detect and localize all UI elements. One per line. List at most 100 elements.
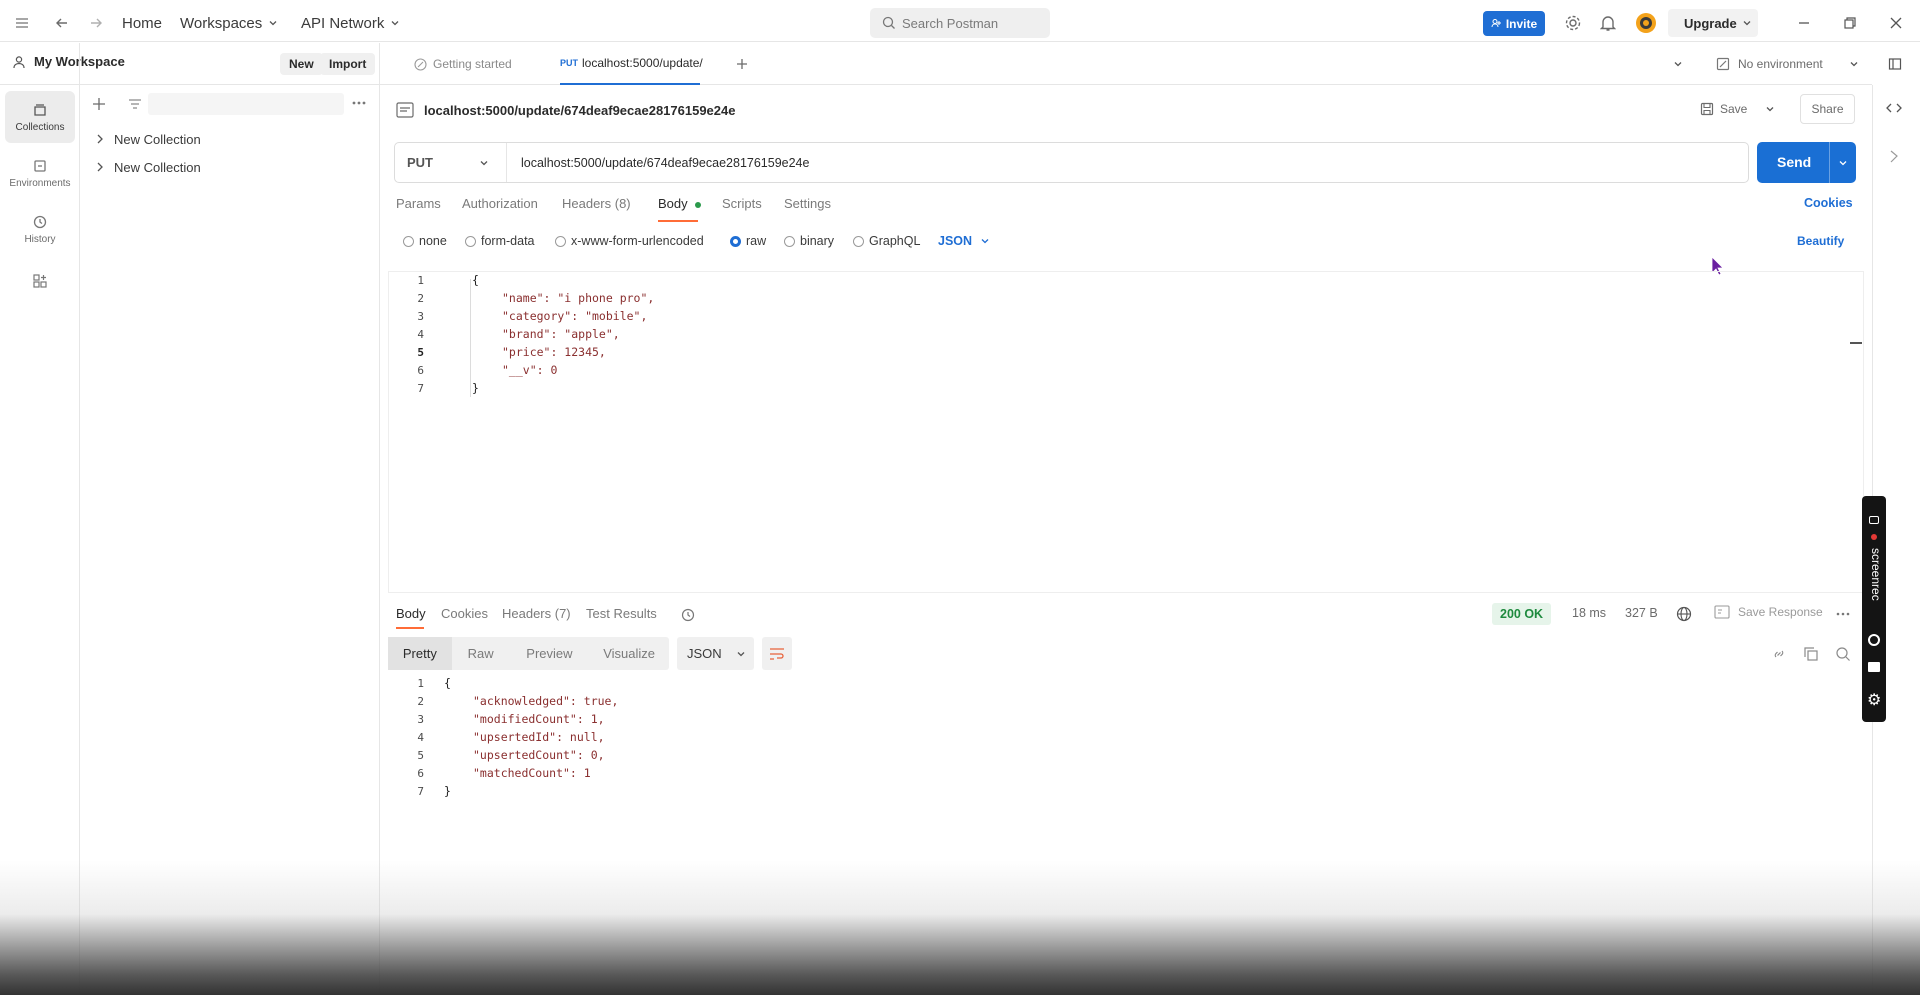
tab-authorization[interactable]: Authorization [462,196,538,218]
radio-binary[interactable]: binary [784,233,834,249]
tab-active-request[interactable]: PUT localhost:5000/update/ [560,43,703,85]
view-pretty[interactable]: Pretty [388,637,452,670]
tab-settings[interactable]: Settings [784,196,831,218]
gear-icon[interactable]: ⚙ [1867,693,1881,709]
avatar[interactable] [1634,4,1658,42]
tab-active-label: localhost:5000/update/ [582,56,703,70]
collection-item[interactable]: New Collection [96,128,201,150]
search-placeholder: Search Postman [902,15,999,31]
tab-getting-started[interactable]: Getting started [414,43,512,85]
collection-search-input[interactable] [148,93,344,115]
response-tab-headers[interactable]: Headers (7) [502,606,571,624]
url-input[interactable]: localhost:5000/update/674deaf9ecae281761… [521,143,809,182]
radio-raw-label: raw [746,234,767,248]
back-arrow-icon[interactable] [54,4,70,42]
view-raw[interactable]: Raw [452,646,510,661]
notification-bell-icon[interactable] [1600,4,1616,42]
record-dot-icon[interactable] [1871,534,1877,540]
rail-collections[interactable]: Collections [5,91,75,143]
nav-api-network[interactable]: API Network [301,4,400,42]
rail-add-apps[interactable] [5,261,75,301]
response-format-select[interactable]: JSON [677,637,754,670]
search-input[interactable]: Search Postman [870,8,1050,38]
body-format-select[interactable]: JSON [938,233,990,249]
chevron-down-icon [480,161,488,166]
body-format-label: JSON [938,234,973,248]
webcam-icon[interactable] [1868,634,1880,646]
send-label: Send [1777,154,1812,170]
add-collection-icon[interactable] [92,97,106,111]
link-icon[interactable] [1771,646,1787,662]
chevron-down-icon [391,21,399,26]
method-select[interactable]: PUT [395,143,507,182]
beautify-button[interactable]: Beautify [1797,233,1844,249]
radio-raw[interactable]: raw [730,233,766,249]
collection-item[interactable]: New Collection [96,156,201,178]
share-button[interactable]: Share [1800,94,1855,124]
save-label: Save [1720,102,1748,116]
request-tabs-bar: Getting started PUT localhost:5000/updat… [380,43,1902,85]
copy-icon[interactable] [1803,646,1819,662]
response-tab-cookies[interactable]: Cookies [441,606,488,624]
radio-form-data[interactable]: form-data [465,233,535,249]
history-icon[interactable] [680,607,696,623]
rail-environments[interactable]: Environments [5,147,75,199]
camera-icon[interactable] [1869,516,1879,524]
response-size[interactable]: 327 B [1625,606,1658,620]
view-visualize[interactable]: Visualize [589,646,669,661]
collections-icon [34,103,46,116]
nav-home[interactable]: Home [122,4,162,42]
rail-history[interactable]: History [5,203,75,255]
radio-graphql[interactable]: GraphQL [853,233,920,249]
response-active-underline [396,627,424,629]
chevron-right-icon [97,134,103,144]
tab-scripts[interactable]: Scripts [722,196,762,218]
more-options-icon[interactable] [1836,612,1850,616]
save-response-button[interactable]: Save Response [1714,605,1823,619]
tab-params[interactable]: Params [396,196,441,218]
view-preview[interactable]: Preview [510,646,590,661]
save-icon [1700,102,1714,116]
env-quicklook-icon[interactable] [1888,43,1902,85]
more-options-icon[interactable] [352,101,366,105]
nav-workspaces[interactable]: Workspaces [180,4,278,42]
globe-icon[interactable] [1676,606,1692,622]
response-tab-body[interactable]: Body [396,606,426,624]
response-time[interactable]: 18 ms [1572,606,1606,620]
rocket-icon [414,57,427,71]
upgrade-button[interactable]: Upgrade [1668,9,1758,37]
tab-headers[interactable]: Headers (8) [562,196,631,218]
save-button[interactable]: Save [1700,94,1782,124]
tab-method: PUT [560,58,578,68]
http-request-icon [396,102,414,118]
environments-icon [34,159,46,172]
search-icon [882,16,895,29]
radio-urlencoded[interactable]: x-www-form-urlencoded [555,233,704,249]
forward-arrow-icon[interactable] [88,4,104,42]
invite-button[interactable]: Invite [1483,11,1545,36]
related-icon[interactable] [1888,150,1900,164]
new-tab-icon[interactable] [736,43,748,85]
wrap-lines-icon[interactable] [762,637,792,670]
invite-label: Invite [1505,16,1538,31]
filter-icon[interactable] [128,97,142,111]
gallery-icon[interactable] [1868,662,1880,672]
response-view-segment: Pretty Raw Preview Visualize [388,637,669,670]
request-title-text[interactable]: localhost:5000/update/674deaf9ecae281761… [424,103,735,118]
environment-selector[interactable]: No environment [1716,43,1859,85]
tabs-dropdown-icon[interactable] [1673,43,1683,85]
response-tab-test-results[interactable]: Test Results [586,606,657,624]
code-snippet-icon[interactable] [1886,100,1902,116]
send-button[interactable]: Send [1757,142,1856,183]
search-icon[interactable] [1835,646,1851,662]
menu-icon[interactable] [14,4,30,42]
restore-icon[interactable] [1843,4,1857,42]
close-icon[interactable] [1889,4,1903,42]
settings-gear-icon[interactable] [1564,4,1582,42]
minimize-icon[interactable] [1797,4,1811,42]
tab-body[interactable]: Body [658,196,702,218]
cookies-link[interactable]: Cookies [1804,196,1853,218]
status-badge[interactable]: 200 OK [1492,603,1552,625]
chevron-down-icon[interactable] [1838,158,1848,168]
radio-none[interactable]: none [403,233,447,249]
